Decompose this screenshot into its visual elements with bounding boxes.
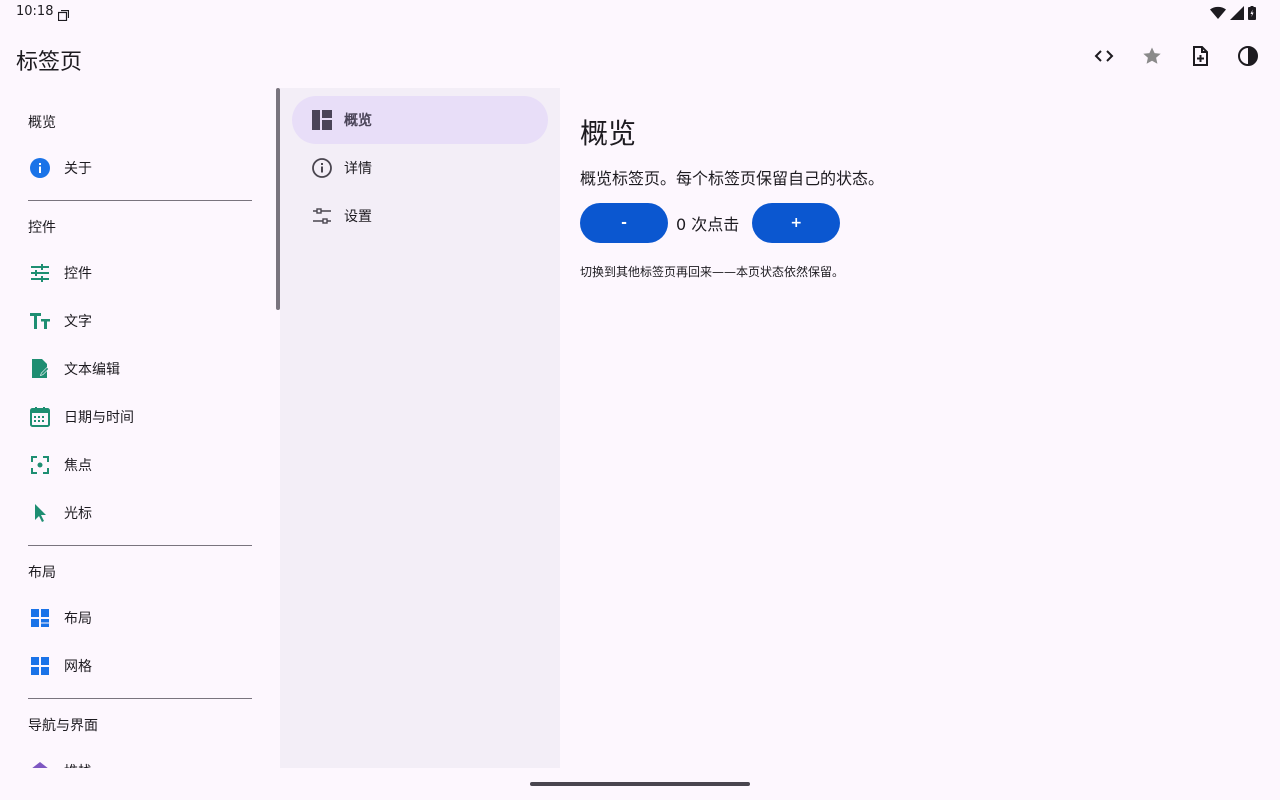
status-bar: 10:18	[0, 0, 1280, 24]
dashboard-icon	[28, 606, 52, 630]
top-app-bar: 标签页	[0, 24, 1280, 88]
page-hint: 切换到其他标签页再回来——本页状态依然保留。	[580, 265, 845, 279]
nav-item-text-editing[interactable]: 文本编辑	[28, 357, 120, 381]
click-count: 0 次点击	[676, 211, 744, 235]
count-suffix: 次点击	[691, 215, 740, 234]
nav-section-navigation: 导航与界面	[28, 718, 98, 734]
nav-item-stack[interactable]: 堆栈	[28, 759, 92, 768]
tab-rail: 概览 详情 设置	[280, 88, 560, 768]
info-icon	[28, 156, 52, 180]
nav-item-cursor[interactable]: 光标	[28, 501, 92, 525]
signal-icon	[1230, 5, 1244, 24]
tab-overview[interactable]: 概览	[292, 96, 548, 144]
layers-icon	[28, 759, 52, 768]
status-time: 10:18	[16, 4, 54, 19]
cursor-icon	[28, 501, 52, 525]
grid-icon	[28, 654, 52, 678]
contrast-icon[interactable]	[1236, 44, 1260, 68]
star-icon[interactable]	[1140, 44, 1164, 68]
tune-icon	[28, 261, 52, 285]
info-outline-icon	[310, 156, 334, 180]
nav-section-layout: 布局	[28, 565, 56, 581]
nav-item-about[interactable]: 关于	[28, 156, 92, 180]
tune-icon	[310, 204, 334, 228]
nav-item-focus[interactable]: 焦点	[28, 453, 92, 477]
nav-divider	[28, 545, 252, 546]
decrement-button[interactable]: -	[580, 203, 668, 243]
nav-item-grid[interactable]: 网格	[28, 654, 92, 678]
edit-note-icon	[28, 357, 52, 381]
nav-section-overview: 概览	[28, 115, 56, 131]
nav-item-text[interactable]: 文字	[28, 309, 92, 333]
counter-row: - 0 次点击 +	[580, 203, 841, 243]
nav-divider	[28, 200, 252, 201]
count-value: 0	[676, 215, 687, 234]
gesture-bar[interactable]	[530, 782, 750, 786]
page-title: 概览	[580, 117, 637, 150]
nav-item-layout[interactable]: 布局	[28, 606, 92, 630]
left-navigation: 概览 关于 控件 控件 文字 文本编辑 日期与时间 焦点 光标 布局 布局 网格…	[0, 88, 276, 768]
text-fields-icon	[28, 309, 52, 333]
tab-details[interactable]: 详情	[292, 144, 548, 192]
nav-item-controls[interactable]: 控件	[28, 261, 92, 285]
page-description: 概览标签页。每个标签页保留自己的状态。	[580, 169, 885, 188]
focus-icon	[28, 453, 52, 477]
code-icon[interactable]	[1092, 44, 1116, 68]
dashboard-icon	[310, 108, 334, 132]
notification-icon	[57, 6, 70, 22]
nav-divider	[28, 698, 252, 699]
wifi-icon	[1210, 5, 1226, 24]
increment-button[interactable]: +	[752, 203, 841, 243]
nav-section-controls: 控件	[28, 220, 56, 236]
tab-settings[interactable]: 设置	[292, 192, 548, 240]
app-title: 标签页	[16, 50, 83, 75]
battery-icon	[1248, 5, 1256, 24]
nav-item-date-time[interactable]: 日期与时间	[28, 405, 134, 429]
note-add-icon[interactable]	[1188, 44, 1212, 68]
calendar-icon	[28, 405, 52, 429]
